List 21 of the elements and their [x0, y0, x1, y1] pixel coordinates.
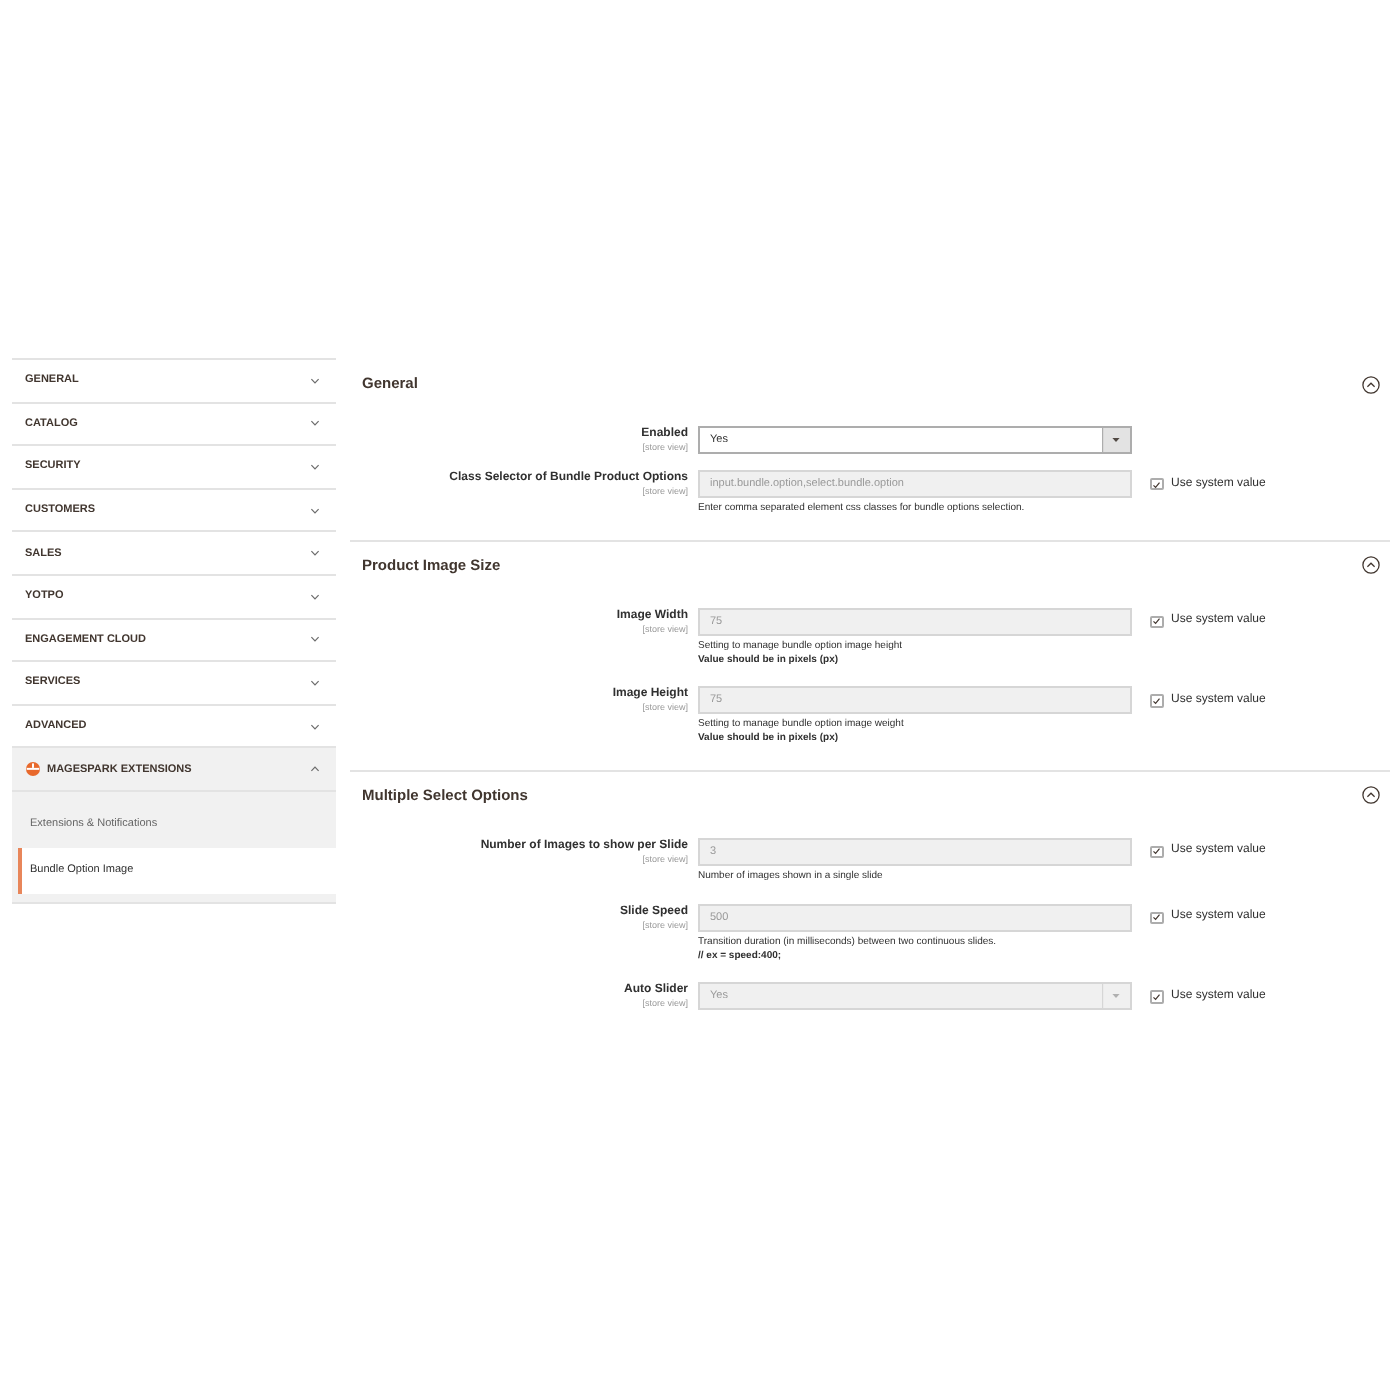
chevron-down-icon: [310, 420, 320, 427]
chevron-down-icon: [310, 507, 320, 514]
chevron-up-icon: [310, 766, 320, 773]
checkmark-icon: [1152, 991, 1161, 1002]
checkmark-icon: [1152, 479, 1161, 489]
collapse-icon[interactable]: [1362, 556, 1380, 575]
logo-icon: [25, 762, 39, 777]
collapse-icon[interactable]: [1362, 375, 1380, 393]
caret-icon: [1102, 428, 1130, 452]
chevron-down-icon: [310, 679, 320, 686]
chevron-down-icon: [310, 377, 320, 384]
checkmark-icon: [1152, 846, 1161, 857]
chevron-down-icon: [310, 463, 320, 470]
chevron-down-icon: [310, 723, 320, 730]
checkmark-icon: [1152, 912, 1161, 923]
checkmark-icon: [1152, 695, 1161, 706]
chevron-down-icon: [310, 593, 320, 600]
checkmark-icon: [1152, 616, 1161, 627]
chevron-down-icon: [310, 636, 320, 643]
collapse-icon[interactable]: [1362, 786, 1380, 805]
chevron-down-icon: [310, 550, 320, 557]
